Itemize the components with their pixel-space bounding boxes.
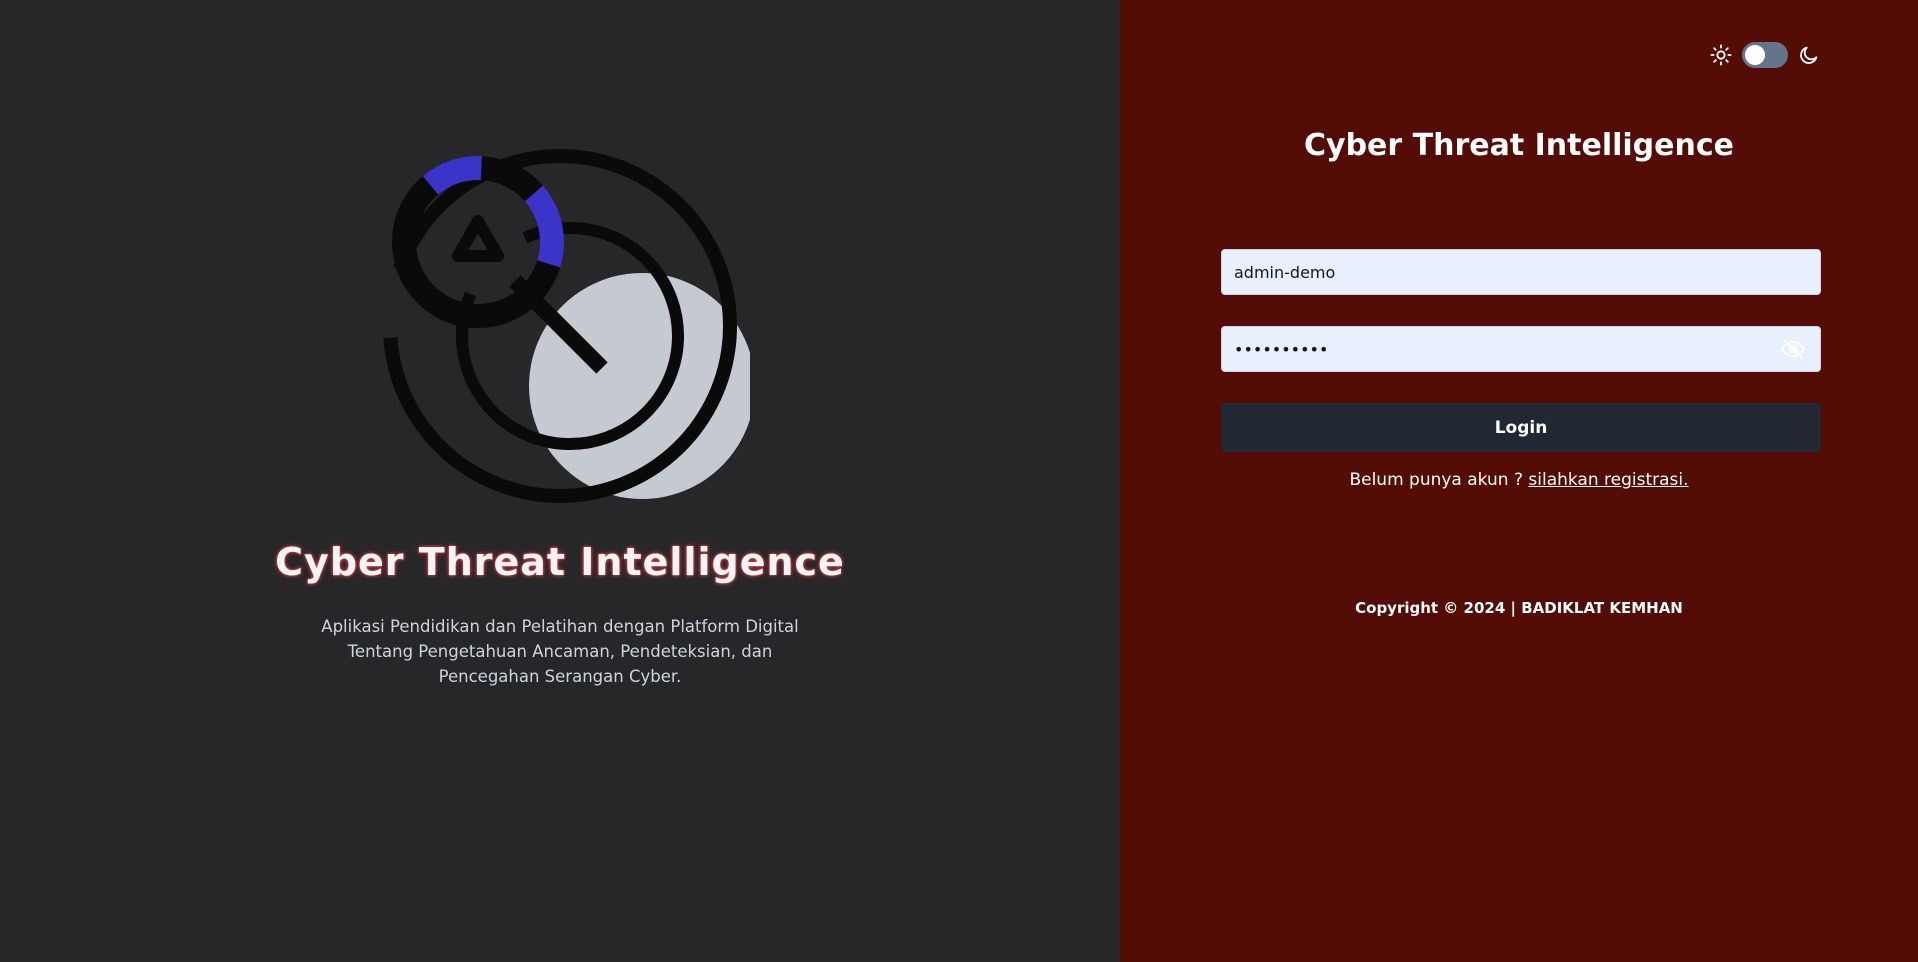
password-input[interactable]	[1222, 327, 1780, 371]
brand-tagline: Aplikasi Pendidikan dan Pelatihan dengan…	[321, 617, 799, 686]
copyright-text: Copyright © 2024 | BADIKLAT KEMHAN	[1355, 599, 1683, 617]
login-title: Cyber Threat Intelligence	[1304, 128, 1734, 163]
register-row: Belum punya akun ? silahkan registrasi.	[1120, 470, 1918, 490]
moon-icon	[1800, 46, 1818, 64]
theme-switch-knob	[1745, 45, 1765, 65]
login-panel: Cyber Threat Intelligence Login Belum pu…	[1120, 0, 1918, 962]
register-prompt: Belum punya akun ?	[1349, 470, 1523, 490]
username-field-wrapper	[1221, 249, 1821, 295]
theme-toggle[interactable]	[1710, 42, 1820, 68]
eye-off-icon[interactable]	[1780, 336, 1806, 362]
branding-panel: Cyber Threat Intelligence Aplikasi Pendi…	[0, 0, 1120, 962]
sun-icon	[1710, 44, 1732, 66]
login-button[interactable]: Login	[1221, 403, 1821, 452]
password-field-wrapper	[1221, 326, 1821, 372]
magnifier-radar-logo	[383, 148, 750, 503]
brand-title: Cyber Threat Intelligence	[275, 540, 845, 584]
theme-switch[interactable]	[1742, 42, 1788, 68]
username-input[interactable]	[1222, 250, 1820, 294]
register-link[interactable]: silahkan registrasi.	[1528, 470, 1688, 490]
